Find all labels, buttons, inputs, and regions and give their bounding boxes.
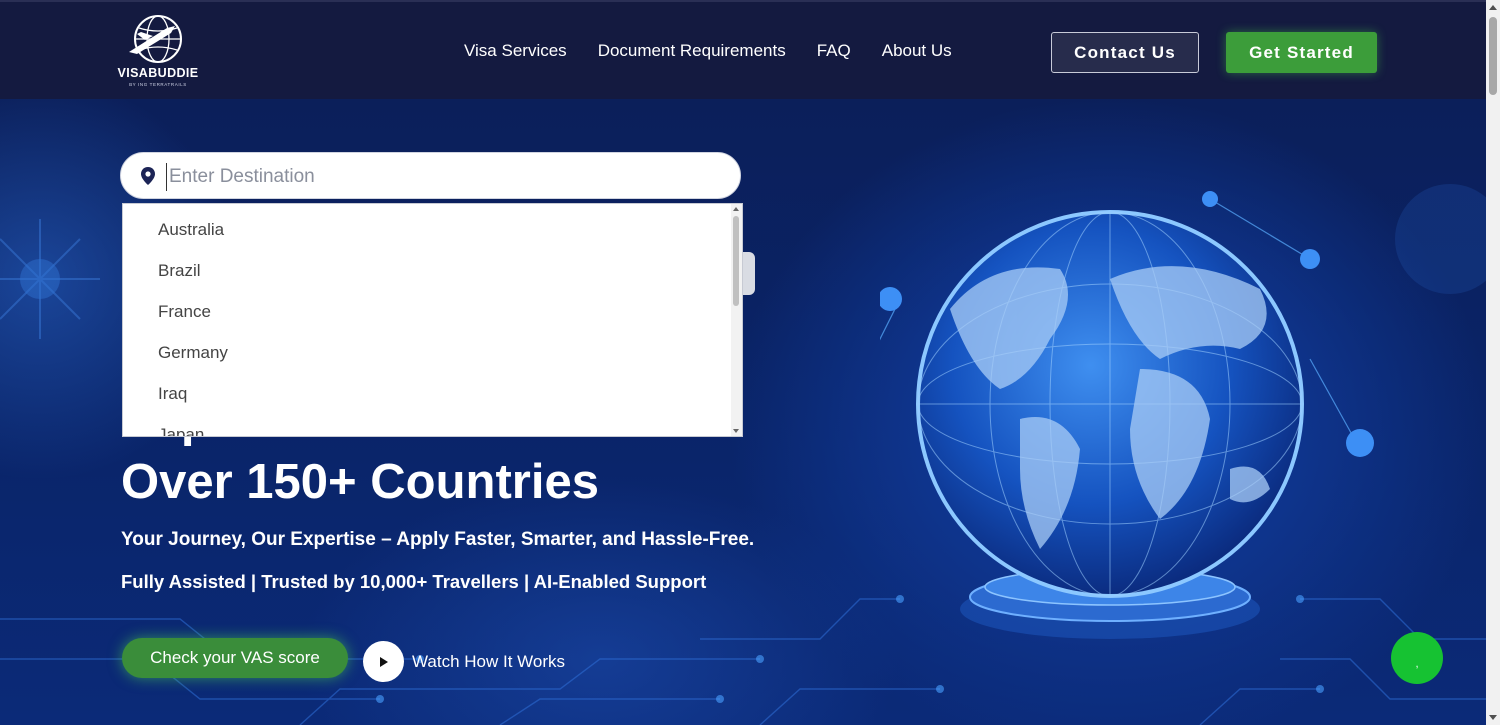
chat-button-label: , xyxy=(1415,658,1419,670)
nav-item-faq[interactable]: FAQ xyxy=(817,41,851,61)
dropdown-option-brazil[interactable]: Brazil xyxy=(123,250,742,291)
dropdown-option-iraq[interactable]: Iraq xyxy=(123,373,742,414)
site-header: VISABUDDIE BY ING TERRATRAILS Visa Servi… xyxy=(0,0,1486,99)
dropdown-option-france[interactable]: France xyxy=(123,291,742,332)
chat-bubble-icon[interactable]: , xyxy=(1391,632,1443,684)
page-scroll-thumb[interactable] xyxy=(1489,17,1497,95)
play-icon xyxy=(379,656,388,667)
globe-plane-logo-icon xyxy=(129,15,182,63)
nav-item-about-us[interactable]: About Us xyxy=(882,41,952,61)
scroll-up-arrow-icon[interactable] xyxy=(733,207,739,211)
nav-item-document-requirements[interactable]: Document Requirements xyxy=(598,41,786,61)
dropdown-scrollbar[interactable] xyxy=(731,204,742,436)
contact-us-button[interactable]: Contact Us xyxy=(1051,32,1199,73)
dropdown-option-germany[interactable]: Germany xyxy=(123,332,742,373)
location-pin-icon xyxy=(141,167,155,185)
main-nav: Visa Services Document Requirements FAQ … xyxy=(464,41,983,61)
hero-headline-line2: Over 150+ Countries xyxy=(121,455,599,509)
destination-dropdown: Australia Brazil France Germany Iraq Jap… xyxy=(122,203,743,437)
hero-trust-line: Fully Assisted | Trusted by 10,000+ Trav… xyxy=(121,571,707,592)
page-scroll-down-icon[interactable] xyxy=(1489,715,1497,720)
watch-how-it-works-link[interactable]: Watch How It Works xyxy=(412,652,565,672)
check-vas-score-button[interactable]: Check your VAS score xyxy=(122,638,348,678)
get-started-button[interactable]: Get Started xyxy=(1226,32,1377,73)
dropdown-option-australia[interactable]: Australia xyxy=(123,209,742,250)
hero-subtitle: Your Journey, Our Expertise – Apply Fast… xyxy=(121,529,755,550)
page-scroll-up-icon[interactable] xyxy=(1489,5,1497,10)
brand-name: VISABUDDIE xyxy=(117,66,199,80)
globe-illustration xyxy=(880,191,1374,639)
scroll-down-arrow-icon[interactable] xyxy=(733,429,739,433)
brand-tagline: BY ING TERRATRAILS xyxy=(129,82,187,87)
destination-search[interactable] xyxy=(120,152,741,199)
logo[interactable]: VISABUDDIE BY ING TERRATRAILS xyxy=(110,14,206,90)
dropdown-scroll-thumb[interactable] xyxy=(733,216,739,306)
destination-input[interactable] xyxy=(166,163,711,191)
page-scrollbar[interactable] xyxy=(1486,0,1500,725)
play-video-button[interactable] xyxy=(363,641,404,682)
dropdown-option-japan[interactable]: Japan xyxy=(123,414,742,436)
nav-item-visa-services[interactable]: Visa Services xyxy=(464,41,567,61)
